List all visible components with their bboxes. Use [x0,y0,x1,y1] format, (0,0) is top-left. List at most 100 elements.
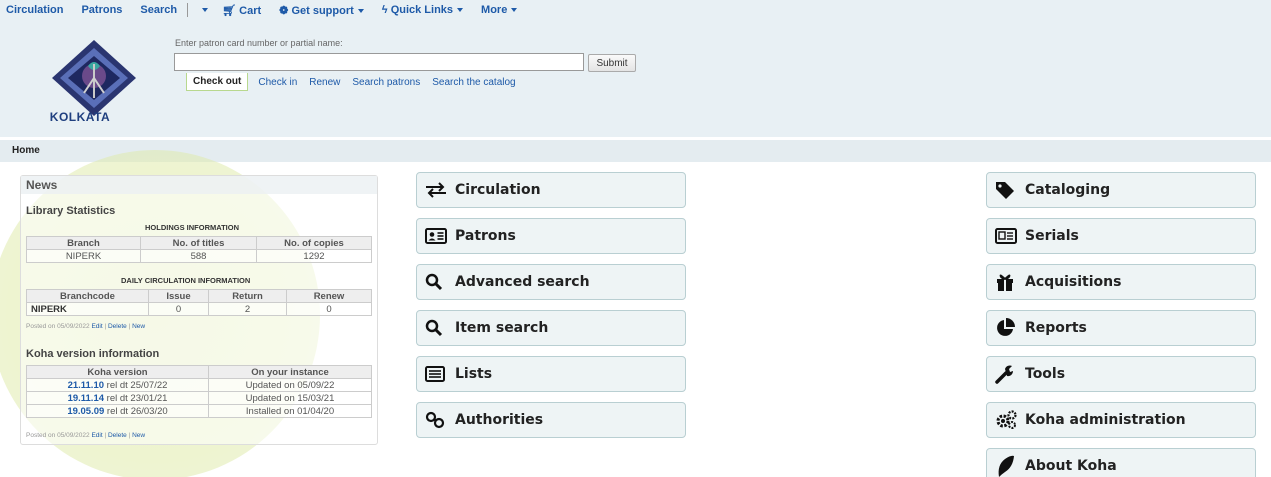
top-navbar: Circulation Patrons Search 🛒︎ Cart ❁ Get… [0,0,1271,20]
version-cell: 19.05.09 rel dt 26/03/20 [26,404,209,418]
koha-leaf-icon [995,455,1019,477]
life-ring-icon: ❁ [279,4,289,17]
module-about-koha-button[interactable]: About Koha [986,448,1256,477]
holdings-header-copies: No. of copies [256,236,372,250]
search-icon [425,318,449,338]
submit-button[interactable]: Submit [588,54,636,72]
holdings-copies: 1292 [256,249,372,263]
id-card-icon [425,226,449,246]
table-row: NIPERK 0 2 0 [26,302,372,316]
version-link[interactable]: 19.05.09 [67,406,104,417]
bolt-icon: ϟ [381,4,388,16]
table-row: 21.11.10 rel dt 25/07/22 Updated on 05/0… [26,378,372,392]
daily-circulation-caption: DAILY CIRCULATION INFORMATION [121,276,251,285]
holdings-titles: 588 [140,249,257,263]
module-label: Acquisitions [1025,274,1122,290]
news-title: News [21,176,377,194]
wrench-icon [995,364,1019,384]
nav-get-support[interactable]: ❁ Get support [279,4,364,17]
daily-circulation-table: Branchcode Issue Return Renew NIPERK 0 2… [26,289,372,316]
breadcrumb-home[interactable]: Home [12,145,40,156]
nav-more-label: More [481,4,508,16]
module-reports-button[interactable]: Reports [986,310,1256,346]
edit-link[interactable]: Edit [91,432,102,439]
daily-issue: 0 [148,302,209,316]
exchange-arrows-icon [425,180,449,200]
module-lists-button[interactable]: Lists [416,356,686,392]
chevron-down-icon [357,8,364,13]
nav-cart[interactable]: 🛒︎ Cart [222,4,261,17]
daily-branchcode: NIPERK [26,302,149,316]
nav-divider [187,3,189,17]
new-link[interactable]: New [132,432,145,439]
version-rel: rel dt 26/03/20 [104,405,168,417]
module-koha-administration-button[interactable]: Koha administration [986,402,1256,438]
instance-cell: Updated on 15/03/21 [208,391,372,405]
link-icon [425,410,449,430]
module-circulation-button[interactable]: Circulation [416,172,686,208]
tag-icon [995,180,1019,200]
tab-check-out[interactable]: Check out [186,73,249,91]
nav-support-label: Get support [291,4,354,17]
tab-search-catalog[interactable]: Search the catalog [432,77,515,88]
nav-more[interactable]: More [481,4,518,16]
tab-renew[interactable]: Renew [309,77,340,88]
koha-version-title: Koha version information [26,348,160,360]
patron-search-input[interactable] [174,53,584,71]
module-authorities-button[interactable]: Authorities [416,402,686,438]
module-cataloging-button[interactable]: Cataloging [986,172,1256,208]
circulation-tabs: Check out Check in Renew Search patrons … [180,72,528,92]
instance-cell: Installed on 01/04/20 [208,404,372,418]
search-icon [425,272,449,292]
version-header-instance: On your instance [208,365,372,379]
daily-renew: 0 [286,302,372,316]
holdings-caption: HOLDINGS INFORMATION [145,223,240,232]
pie-chart-icon [995,318,1019,338]
delete-link[interactable]: Delete [108,432,127,439]
version-link[interactable]: 19.11.14 [68,393,104,404]
gears-icon [995,410,1019,430]
daily-return: 2 [208,302,287,316]
new-link[interactable]: New [132,323,145,330]
daily-header-renew: Renew [286,289,372,303]
daily-header-branchcode: Branchcode [26,289,149,303]
module-patrons-button[interactable]: Patrons [416,218,686,254]
nav-search[interactable]: Search [140,4,177,16]
news-panel: News Library Statistics HOLDINGS INFORMA… [20,175,378,445]
module-advanced-search-button[interactable]: Advanced search [416,264,686,300]
version-cell: 21.11.10 rel dt 25/07/22 [26,378,209,392]
list-icon [425,364,449,384]
module-item-search-button[interactable]: Item search [416,310,686,346]
nav-circulation[interactable]: Circulation [6,4,63,16]
module-label: About Koha [1025,458,1117,474]
module-label: Koha administration [1025,412,1186,428]
module-tools-button[interactable]: Tools [986,356,1256,392]
version-table: Koha version On your instance 21.11.10 r… [26,365,372,418]
tab-check-in[interactable]: Check in [258,77,297,88]
logo-text: KOLKATA [49,110,111,124]
gift-icon [995,272,1019,292]
newspaper-icon [995,226,1019,246]
posted-info: Posted on 05/09/2022 Edit | Delete | New [26,432,146,439]
module-label: Authorities [455,412,544,428]
nav-cart-label: Cart [239,4,262,17]
delete-link[interactable]: Delete [108,323,127,330]
library-statistics-title: Library Statistics [26,205,116,217]
nav-search-dropdown[interactable] [198,4,209,16]
edit-link[interactable]: Edit [91,323,102,330]
version-rel: rel dt 23/01/21 [104,392,168,404]
module-label: Item search [455,320,549,336]
module-label: Lists [455,366,493,382]
tab-search-patrons[interactable]: Search patrons [352,77,420,88]
cart-icon: 🛒︎ [222,4,237,17]
nav-patrons[interactable]: Patrons [81,4,122,16]
version-rel: rel dt 25/07/22 [104,379,168,391]
patron-search-label: Enter patron card number or partial name… [175,38,343,48]
posted-date: Posted on 05/09/2022 [26,323,90,330]
module-acquisitions-button[interactable]: Acquisitions [986,264,1256,300]
version-link[interactable]: 21.11.10 [68,380,104,391]
nav-quick-links[interactable]: ϟ Quick Links [381,4,464,16]
module-serials-button[interactable]: Serials [986,218,1256,254]
header: Circulation Patrons Search 🛒︎ Cart ❁ Get… [0,0,1271,137]
module-label: Tools [1025,366,1066,382]
